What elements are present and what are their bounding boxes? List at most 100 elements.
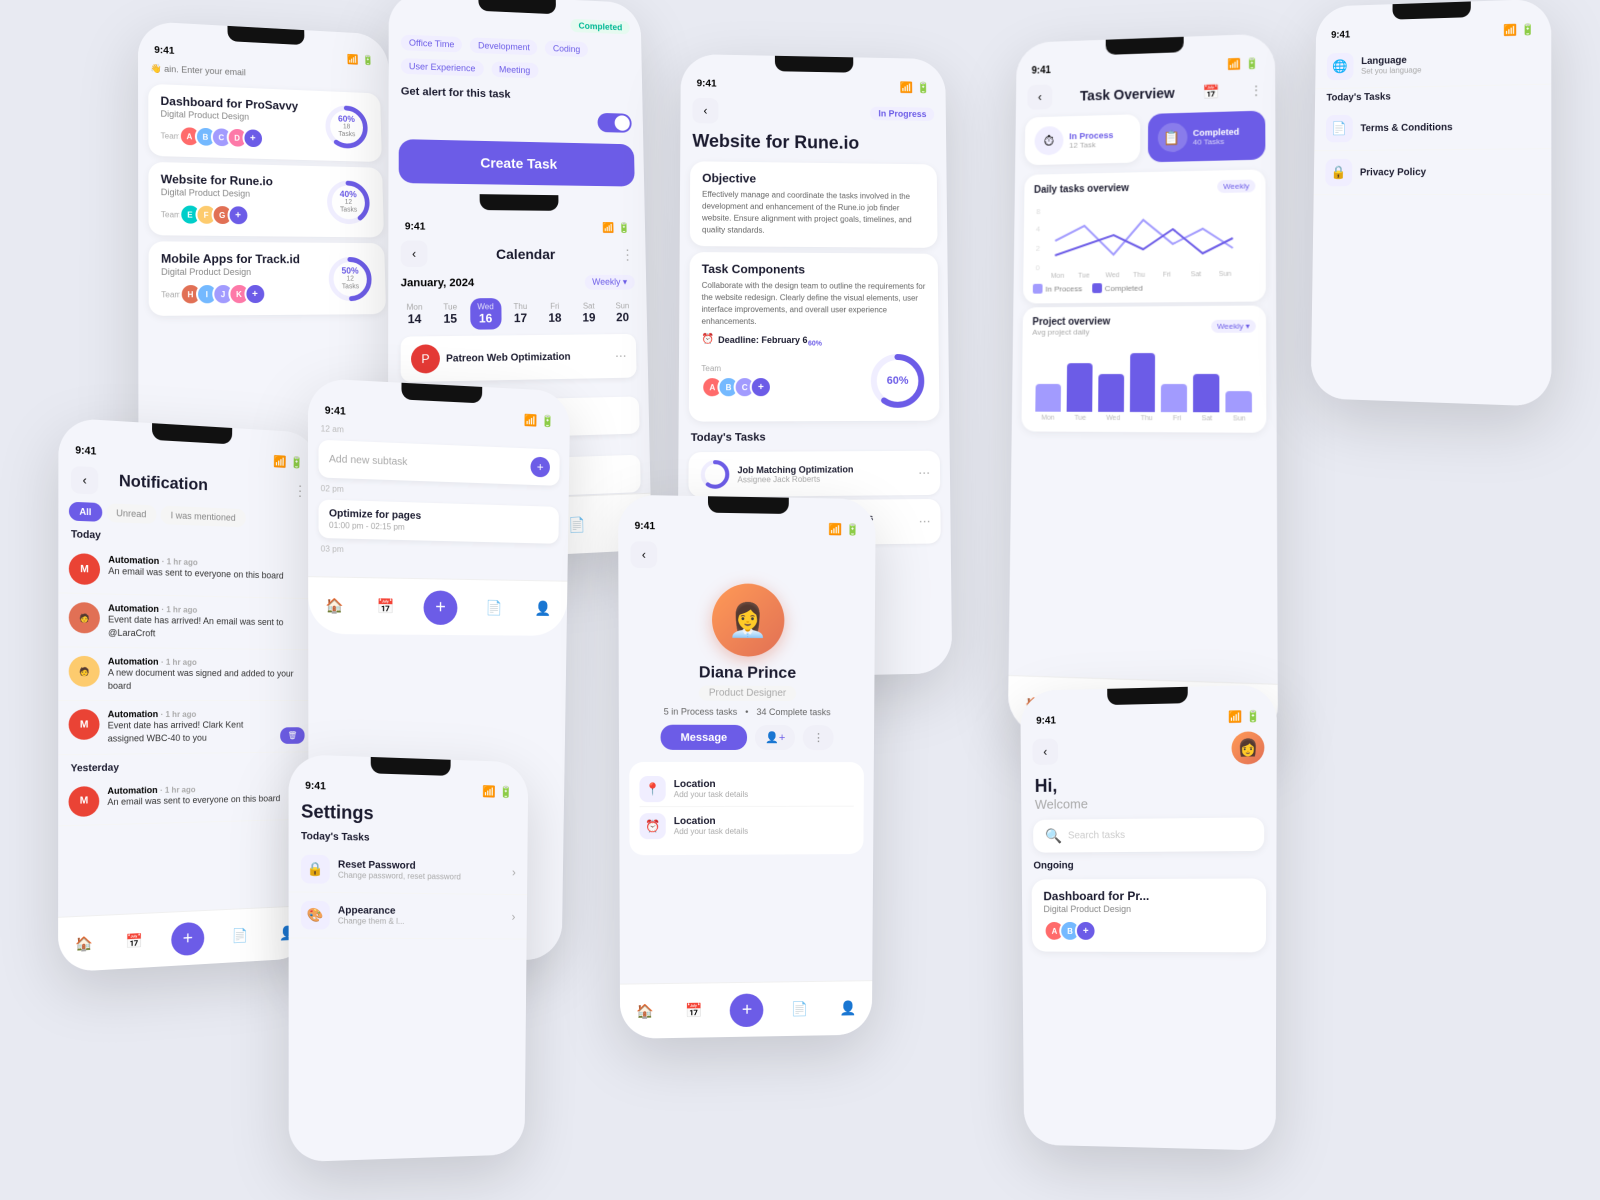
settings-appearance[interactable]: 🎨 Appearance Change them & l... › [289, 892, 527, 939]
nav-add4[interactable]: + [423, 590, 457, 625]
settings-reset[interactable]: 🔒 Reset Password Change password, reset … [289, 846, 528, 895]
alert-toggle[interactable] [597, 113, 631, 133]
terms-row[interactable]: 📄 Terms & Conditions [1314, 104, 1551, 152]
svg-text:Fri: Fri [1163, 271, 1172, 278]
components-card: Task Components Collaborate with the des… [689, 252, 940, 422]
back-btn-profile[interactable]: ‹ [631, 541, 658, 568]
ongoing-project[interactable]: Dashboard for Pr... Digital Product Desi… [1032, 878, 1267, 952]
svg-text:Sun: Sun [1219, 271, 1232, 278]
project-overview-title: Project overview [1032, 317, 1110, 328]
nav-docs3[interactable]: 📄 [227, 923, 252, 949]
complete-tasks: 34 Complete tasks [756, 707, 830, 717]
process-tasks: 5 in Process tasks [664, 707, 738, 717]
create-task-button[interactable]: Create Task [399, 139, 635, 187]
hi-avatar: 👩 [1232, 731, 1265, 764]
legend-in-process: In Process [1045, 284, 1082, 293]
ongoing-label: Ongoing [1022, 855, 1277, 874]
privacy-row[interactable]: 🔒 Privacy Policy [1314, 149, 1552, 195]
task-row-1[interactable]: 60% Job Matching Optimization Assignee J… [688, 451, 940, 497]
notif-item-3: 🧑 Automation · 1 hr ago A new document w… [58, 648, 315, 702]
nav-calendar4[interactable]: 📅 [373, 593, 399, 620]
in-process-label: In Process [1069, 130, 1113, 141]
notif-item-5: M Automation · 1 hr ago An email was sen… [58, 774, 313, 826]
back-btn-notif[interactable]: ‹ [71, 466, 98, 495]
project-card-2[interactable]: Website for Rune.io Digital Product Desi… [148, 162, 384, 238]
phone-task-overview: 9:41 📶🔋 ‹ Task Overview 📅 ⋮ ⏱ In Process… [1008, 33, 1278, 743]
nav-profile5[interactable]: 👤 [835, 995, 861, 1021]
bar-wed [1098, 374, 1124, 412]
message-button[interactable]: Message [660, 725, 747, 750]
svg-text:Tue: Tue [1078, 272, 1090, 279]
nav-home4[interactable]: 🏠 [321, 592, 348, 619]
nav-profile4[interactable]: 👤 [530, 595, 555, 621]
calendar-days: Mon14 Tue15 Wed16 Thu17 Fri18 Sat19 Sun2… [388, 293, 647, 334]
back-button[interactable]: ‹ [401, 241, 428, 267]
add-contact-button[interactable]: 👤+ [755, 725, 795, 750]
language-row[interactable]: 🌐 Language Set you language [1315, 40, 1551, 90]
svg-text:Sat: Sat [1191, 271, 1202, 278]
notif-item-4: M Automation · 1 hr ago Event date has a… [58, 701, 314, 755]
nav-calendar3[interactable]: 📅 [121, 928, 147, 955]
nav-bar-profile: 🏠 📅 + 📄 👤 [620, 980, 872, 1039]
back-btn-overview[interactable]: ‹ [1027, 84, 1052, 110]
back-btn-hi[interactable]: ‹ [1032, 738, 1058, 765]
profile-role: Product Designer [699, 685, 796, 701]
project-card-1[interactable]: Dashboard for ProSavvy Digital Product D… [148, 84, 382, 162]
svg-text:4: 4 [1036, 224, 1041, 233]
bar-mon [1035, 384, 1061, 412]
avg-label: Avg project daily [1032, 327, 1110, 336]
bar-fri [1161, 384, 1187, 412]
nav-bar-notif: 🏠 📅 + 📄 👤 [58, 905, 311, 972]
greeting-text: Hi, Welcome [1035, 772, 1263, 812]
project-card-3[interactable]: Mobile Apps for Track.id Digital Product… [149, 241, 387, 316]
completed-count: 40 Tasks [1193, 136, 1239, 146]
phone-language: 9:41 📶🔋 🌐 Language Set you language Toda… [1311, 0, 1552, 407]
svg-text:2: 2 [1036, 244, 1040, 253]
more-options-button[interactable]: ⋮ [803, 725, 834, 750]
legend-completed: Completed [1105, 283, 1143, 292]
tab-all[interactable]: All [69, 502, 102, 522]
svg-text:Thu: Thu [1133, 272, 1145, 279]
phone-notification: 9:41 📶🔋 ‹ Notification ⋮ All Unread I wa… [58, 417, 319, 972]
nav-bar-cal2: 🏠 📅 + 📄 👤 [308, 576, 567, 636]
search-placeholder[interactable]: Search tasks [1068, 830, 1125, 842]
phone-hi: 9:41 📶🔋 ‹ 👩 Hi, Welcome 🔍 Search tasks O… [1020, 685, 1277, 1151]
notification-title: Notification [106, 468, 219, 500]
profile-name: Diana Prince [699, 664, 796, 683]
phone-profile: 9:41 📶🔋 ‹ 👩‍💼 Diana Prince Product Desig… [618, 495, 876, 1039]
svg-text:Wed: Wed [1106, 272, 1120, 279]
nav-docs4[interactable]: 📄 [481, 595, 507, 621]
daily-overview-title: Daily tasks overview [1034, 183, 1129, 196]
notif-item-1: M Automation · 1 hr ago An email was sen… [58, 544, 317, 599]
overview-title: Task Overview [1080, 85, 1175, 103]
phone-settings: 9:41 📶🔋 Settings Today's Tasks 🔒 Reset P… [289, 754, 529, 1162]
completed-label: Completed [1193, 126, 1239, 137]
nav-home3[interactable]: 🏠 [71, 930, 97, 957]
rune-title: Website for Rune.io [680, 127, 946, 159]
svg-text:0: 0 [1035, 263, 1040, 272]
todays-tasks-label: Today's Tasks [678, 427, 949, 449]
tab-unread[interactable]: Unread [106, 503, 157, 524]
back-btn-rune[interactable]: ‹ [692, 98, 718, 124]
bar-sat [1193, 373, 1219, 412]
bar-thu [1129, 353, 1155, 413]
nav-home5[interactable]: 🏠 [632, 998, 658, 1024]
tab-mentioned[interactable]: I was mentioned [161, 506, 246, 528]
optimize-pages-event[interactable]: Optimize for pages 01:00 pm - 02:15 pm [319, 499, 559, 543]
status-badge: In Progress [871, 107, 935, 121]
calendar-header: January, 2024 Weekly ▾ [388, 271, 646, 295]
nav-add3[interactable]: + [171, 921, 204, 956]
subtask-event[interactable]: Add new subtask + [318, 440, 559, 486]
svg-text:Mon: Mon [1051, 273, 1064, 280]
nav-calendar5[interactable]: 📅 [681, 998, 707, 1024]
notif-item-2: 🧑 Automation · 1 hr ago Event date has a… [58, 593, 316, 650]
bar-sun [1226, 391, 1252, 412]
time-label: 9:41 [154, 45, 174, 57]
profile-avatar: 👩‍💼 [711, 583, 784, 657]
nav-add5[interactable]: + [730, 993, 764, 1027]
weekly-selector[interactable]: Weekly [1217, 179, 1255, 193]
objective-card: Objective Effectively manage and coordin… [690, 161, 938, 248]
in-process-count: 12 Task [1069, 139, 1113, 149]
bar-tue [1066, 363, 1092, 412]
nav-docs5[interactable]: 📄 [787, 996, 813, 1022]
